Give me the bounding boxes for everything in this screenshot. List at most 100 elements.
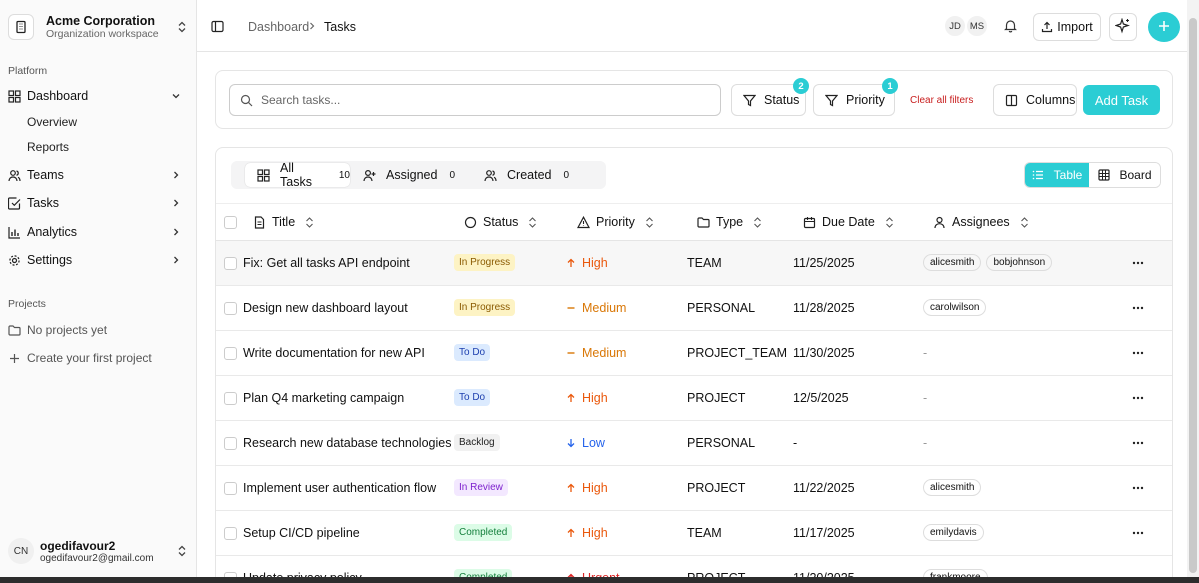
sidebar-item-tasks[interactable]: Tasks bbox=[8, 192, 189, 214]
sidebar-subitem-overview[interactable]: Overview bbox=[27, 115, 77, 129]
more-horizontal-icon[interactable] bbox=[1132, 396, 1144, 400]
create-project-button[interactable]: Create your first project bbox=[8, 351, 152, 365]
task-title[interactable]: Research new database technologies bbox=[243, 436, 451, 450]
table-row[interactable]: Write documentation for new API To Do Me… bbox=[216, 331, 1172, 376]
column-header-label: Status bbox=[483, 215, 519, 229]
columns-button[interactable]: Columns bbox=[993, 84, 1077, 116]
sidebar-item-teams[interactable]: Teams bbox=[8, 164, 189, 186]
users-icon bbox=[8, 169, 21, 182]
task-title[interactable]: Plan Q4 marketing campaign bbox=[243, 391, 404, 405]
board-view-label: Board bbox=[1119, 168, 1152, 182]
more-horizontal-icon[interactable] bbox=[1132, 441, 1144, 445]
task-type: TEAM bbox=[687, 526, 722, 540]
chevron-right-icon bbox=[171, 227, 181, 237]
upload-icon bbox=[1041, 21, 1053, 33]
board-view-button[interactable]: Board bbox=[1089, 163, 1160, 187]
priority-cell: Low bbox=[566, 436, 605, 450]
row-checkbox[interactable] bbox=[224, 347, 237, 360]
avatar: CN bbox=[8, 538, 34, 564]
more-horizontal-icon[interactable] bbox=[1132, 306, 1144, 310]
more-horizontal-icon[interactable] bbox=[1132, 486, 1144, 490]
table-row[interactable]: Plan Q4 marketing campaign To Do High PR… bbox=[216, 376, 1172, 421]
ai-assistant-button[interactable] bbox=[1109, 13, 1137, 41]
task-title[interactable]: Setup CI/CD pipeline bbox=[243, 526, 360, 540]
user-icon bbox=[933, 216, 946, 229]
quick-add-button[interactable] bbox=[1148, 12, 1180, 42]
assignee-list: carolwilson bbox=[923, 299, 991, 316]
priority-cell: High bbox=[566, 391, 608, 405]
breadcrumb-dashboard[interactable]: Dashboard bbox=[248, 20, 309, 34]
more-horizontal-icon[interactable] bbox=[1132, 351, 1144, 355]
table-row[interactable]: Setup CI/CD pipeline Completed High TEAM… bbox=[216, 511, 1172, 556]
table-row[interactable]: Design new dashboard layout In Progress … bbox=[216, 286, 1172, 331]
column-header-due-date[interactable]: Due Date bbox=[803, 215, 894, 229]
create-project-label: Create your first project bbox=[27, 351, 152, 365]
task-title[interactable]: Implement user authentication flow bbox=[243, 481, 436, 495]
more-horizontal-icon[interactable] bbox=[1132, 261, 1144, 265]
bell-icon[interactable] bbox=[1003, 18, 1018, 33]
column-header-title[interactable]: Title bbox=[253, 215, 314, 229]
assignee-empty: - bbox=[923, 391, 928, 405]
assignee-empty: - bbox=[923, 436, 928, 450]
tab-assigned[interactable]: Assigned 0 bbox=[363, 163, 455, 187]
table-view-button[interactable]: Table bbox=[1025, 163, 1090, 187]
priority-label: Medium bbox=[582, 301, 627, 315]
sidebar-subitem-reports[interactable]: Reports bbox=[27, 140, 69, 154]
task-title[interactable]: Fix: Get all tasks API endpoint bbox=[243, 256, 410, 270]
avatar: MS bbox=[966, 15, 988, 37]
sort-icon bbox=[305, 216, 314, 228]
priority-cell: High bbox=[566, 481, 608, 495]
column-header-label: Assignees bbox=[952, 215, 1010, 229]
table-row[interactable]: Research new database technologies Backl… bbox=[216, 421, 1172, 466]
gear-icon bbox=[8, 254, 21, 267]
sidebar-item-analytics[interactable]: Analytics bbox=[8, 221, 189, 243]
row-checkbox[interactable] bbox=[224, 257, 237, 270]
table-row[interactable]: Fix: Get all tasks API endpoint In Progr… bbox=[216, 241, 1172, 286]
import-button[interactable]: Import bbox=[1033, 13, 1101, 41]
column-header-assignees[interactable]: Assignees bbox=[933, 215, 1029, 229]
task-type: TEAM bbox=[687, 256, 722, 270]
assignee-chip: emilydavis bbox=[923, 524, 984, 541]
sidebar-item-settings[interactable]: Settings bbox=[8, 249, 189, 271]
tab-created[interactable]: Created 0 bbox=[484, 163, 569, 187]
sidebar-item-dashboard[interactable]: Dashboard bbox=[8, 85, 189, 107]
status-filter-button[interactable]: Status 2 bbox=[731, 78, 809, 116]
more-horizontal-icon[interactable] bbox=[1132, 531, 1144, 535]
sort-icon bbox=[753, 216, 762, 228]
column-header-type[interactable]: Type bbox=[697, 215, 762, 229]
page-scrollbar[interactable] bbox=[1187, 0, 1199, 583]
row-checkbox[interactable] bbox=[224, 437, 237, 450]
org-switcher[interactable]: Acme Corporation Organization workspace bbox=[8, 9, 189, 45]
row-checkbox[interactable] bbox=[224, 527, 237, 540]
task-due-date: - bbox=[793, 436, 798, 450]
task-title[interactable]: Design new dashboard layout bbox=[243, 301, 408, 315]
user-menu[interactable]: CN ogedifavour2 ogedifavour2@gmail.com bbox=[8, 536, 189, 566]
search-input[interactable] bbox=[261, 93, 701, 107]
column-header-status[interactable]: Status bbox=[464, 215, 537, 229]
layout-grid-icon bbox=[8, 89, 21, 103]
chevrons-up-down-icon bbox=[175, 544, 189, 558]
priority-filter-button[interactable]: Priority 1 bbox=[813, 78, 898, 116]
clear-filters-link[interactable]: Clear all filters bbox=[910, 95, 973, 106]
row-checkbox[interactable] bbox=[224, 302, 237, 315]
user-plus-icon bbox=[363, 169, 376, 182]
sidebar: Acme Corporation Organization workspace … bbox=[0, 0, 197, 583]
column-header-priority[interactable]: Priority bbox=[577, 215, 654, 229]
chevron-down-icon bbox=[171, 91, 181, 101]
no-projects-label: No projects yet bbox=[27, 323, 108, 337]
task-title[interactable]: Write documentation for new API bbox=[243, 346, 425, 360]
chevron-right-icon bbox=[171, 198, 181, 208]
row-checkbox[interactable] bbox=[224, 482, 237, 495]
sidebar-toggle-icon[interactable] bbox=[211, 20, 224, 33]
row-checkbox[interactable] bbox=[224, 392, 237, 405]
scrollbar-thumb[interactable] bbox=[1189, 18, 1197, 573]
tab-all-tasks[interactable]: All Tasks 10 bbox=[245, 161, 350, 189]
sidebar-item-label: Settings bbox=[27, 253, 73, 267]
table-row[interactable]: Implement user authentication flow In Re… bbox=[216, 466, 1172, 511]
task-due-date: 11/25/2025 bbox=[793, 256, 855, 270]
layout-grid-icon bbox=[257, 168, 270, 182]
status-badge: In Progress bbox=[454, 254, 516, 271]
search-box[interactable] bbox=[229, 84, 721, 116]
add-task-button[interactable]: Add Task bbox=[1083, 85, 1160, 115]
select-all-checkbox[interactable] bbox=[224, 216, 237, 229]
